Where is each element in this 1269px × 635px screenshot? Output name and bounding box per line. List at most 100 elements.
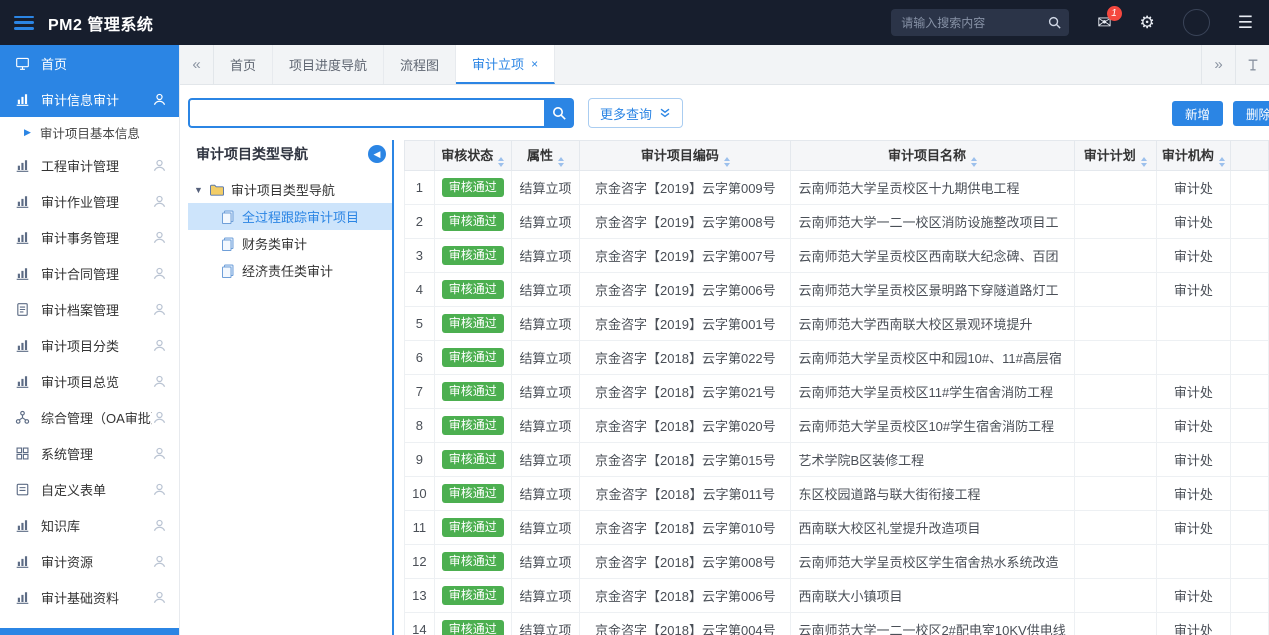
tree-title: 审计项目类型导航	[196, 144, 308, 164]
table-row[interactable]: 1审核通过结算立项京金咨字【2019】云字第009号云南师范大学呈贡校区十九期供…	[405, 171, 1269, 205]
table-row[interactable]: 14审核通过结算立项京金咨字【2018】云字第004号云南师范大学一二一校区2#…	[405, 613, 1269, 635]
table-row[interactable]: 6审核通过结算立项京金咨字【2018】云字第022号云南师范大学呈贡校区中和园1…	[405, 341, 1269, 375]
tree-node-label: 财务类审计	[242, 234, 307, 253]
table-row[interactable]: 2审核通过结算立项京金咨字【2019】云字第008号云南师范大学一二一校区消防设…	[405, 205, 1269, 239]
search-icon	[551, 105, 567, 121]
more-query-button[interactable]: 更多查询	[588, 98, 683, 128]
sidebar-item[interactable]: 审计作业管理	[0, 183, 179, 219]
column-header[interactable]: 属性	[511, 141, 580, 171]
sidebar-item[interactable]: 审计合同管理	[0, 255, 179, 291]
pin-icon[interactable]	[1235, 45, 1269, 84]
collapse-panel-button[interactable]: ◀	[368, 145, 386, 163]
tree-node[interactable]: 经济责任类审计	[188, 257, 392, 284]
table-row[interactable]: 8审核通过结算立项京金咨字【2018】云字第020号云南师范大学呈贡校区10#学…	[405, 409, 1269, 443]
column-header-label: 审计项目名称	[888, 148, 966, 163]
status-badge: 审核通过	[442, 586, 504, 605]
column-header[interactable]: 审核状态	[434, 141, 511, 171]
sort-icon[interactable]	[1219, 157, 1225, 167]
table-row[interactable]: 10审核通过结算立项京金咨字【2018】云字第011号东区校园道路与联大街衔接工…	[405, 477, 1269, 511]
sort-icon[interactable]	[498, 157, 504, 167]
tree-node[interactable]: 财务类审计	[188, 230, 392, 257]
table-row[interactable]: 11审核通过结算立项京金咨字【2018】云字第010号西南联大校区礼堂提升改造项…	[405, 511, 1269, 545]
table-row[interactable]: 9审核通过结算立项京金咨字【2018】云字第015号艺术学院B区装修工程审计处	[405, 443, 1269, 477]
attribute-cell: 结算立项	[511, 341, 580, 375]
tab-scroll-left-icon[interactable]: «	[180, 45, 214, 84]
sidebar-item[interactable]: 审计事务管理	[0, 219, 179, 255]
global-search-input[interactable]	[891, 9, 1069, 36]
sidebar-item[interactable]: 工程审计管理	[0, 147, 179, 183]
sort-icon[interactable]	[971, 157, 977, 167]
status-cell: 审核通过	[434, 613, 511, 635]
sidebar-item[interactable]: 审计项目总览	[0, 363, 179, 399]
tab-close-icon[interactable]: ×	[531, 57, 538, 71]
extra-cell	[1230, 477, 1268, 511]
tab-item[interactable]: 首页	[214, 45, 273, 84]
table-row[interactable]: 5审核通过结算立项京金咨字【2019】云字第001号云南师范大学西南联大校区景观…	[405, 307, 1269, 341]
column-header[interactable]: 审计机构	[1156, 141, 1230, 171]
project-code-cell: 京金咨字【2018】云字第010号	[580, 511, 791, 545]
column-header[interactable]: 审计计划	[1074, 141, 1156, 171]
audit-plan-cell	[1074, 443, 1156, 477]
mail-icon[interactable]: ✉1	[1097, 14, 1111, 31]
tab-label: 首页	[230, 55, 256, 74]
sidebar-item[interactable]: 审计基础资料	[0, 579, 179, 615]
search-icon[interactable]	[1047, 15, 1062, 30]
sidebar-item-label: 审计作业管理	[41, 192, 119, 211]
sort-icon[interactable]	[1141, 157, 1147, 167]
add-button[interactable]: 新增	[1172, 101, 1223, 126]
sidebar-item[interactable]: 首页	[0, 45, 179, 81]
table-row[interactable]: 12审核通过结算立项京金咨字【2018】云字第008号云南师范大学呈贡校区学生宿…	[405, 545, 1269, 579]
delete-button[interactable]: 删除	[1233, 101, 1269, 126]
audit-org-cell: 审计处	[1156, 171, 1230, 205]
sidebar-item[interactable]: 审计项目分类	[0, 327, 179, 363]
tree-node[interactable]: 全过程跟踪审计项目	[188, 203, 392, 230]
sidebar-item-partial[interactable]	[0, 628, 179, 635]
sort-icon[interactable]	[724, 157, 730, 167]
audit-org-cell	[1156, 307, 1230, 341]
table-row[interactable]: 7审核通过结算立项京金咨字【2018】云字第021号云南师范大学呈贡校区11#学…	[405, 375, 1269, 409]
sidebar-item[interactable]: 审计信息审计	[0, 81, 179, 117]
sidebar-item[interactable]: 知识库	[0, 507, 179, 543]
row-index-cell: 9	[405, 443, 435, 477]
menu-toggle-icon[interactable]	[14, 16, 34, 30]
project-code-cell: 京金咨字【2018】云字第008号	[580, 545, 791, 579]
column-header[interactable]: 审计项目编码	[580, 141, 791, 171]
list-search-input[interactable]	[188, 98, 544, 128]
sidebar-item-label: 审计基础资料	[41, 588, 119, 607]
status-cell: 审核通过	[434, 477, 511, 511]
tree-expander-icon[interactable]: ▼	[194, 185, 203, 195]
chart-icon	[15, 554, 30, 569]
tab-item[interactable]: 审计立项 ×	[456, 45, 555, 84]
right-menu-icon[interactable]: ☰	[1238, 13, 1253, 33]
sidebar-item[interactable]: 综合管理（OA审批）	[0, 399, 179, 435]
chart-icon	[15, 590, 30, 605]
row-index-cell: 2	[405, 205, 435, 239]
gear-icon[interactable]: ⚙	[1140, 14, 1155, 31]
table-row[interactable]: 3审核通过结算立项京金咨字【2019】云字第007号云南师范大学呈贡校区西南联大…	[405, 239, 1269, 273]
status-cell: 审核通过	[434, 443, 511, 477]
tab-scroll-right-icon[interactable]: »	[1201, 45, 1235, 84]
tab-item[interactable]: 项目进度导航	[273, 45, 384, 84]
audit-org-cell: 审计处	[1156, 613, 1230, 635]
grid-icon	[15, 446, 30, 461]
sidebar-item[interactable]: 系统管理	[0, 435, 179, 471]
sort-icon[interactable]	[558, 157, 564, 167]
tab-item[interactable]: 流程图	[384, 45, 456, 84]
column-header[interactable]: 审计项目名称	[791, 141, 1074, 171]
sidebar-item[interactable]: 审计资源	[0, 543, 179, 579]
sidebar-item[interactable]: 审计档案管理	[0, 291, 179, 327]
table-row[interactable]: 13审核通过结算立项京金咨字【2018】云字第006号西南联大小镇项目审计处	[405, 579, 1269, 613]
user-avatar[interactable]	[1183, 9, 1210, 36]
app-title: PM2 管理系统	[48, 11, 153, 35]
sidebar-item[interactable]: ▶审计项目基本信息	[0, 117, 179, 147]
extra-cell	[1230, 443, 1268, 477]
tab-label: 审计立项	[472, 54, 524, 73]
sidebar-item[interactable]: 自定义表单	[0, 471, 179, 507]
person-icon	[152, 230, 167, 245]
extra-cell	[1230, 613, 1268, 635]
tree-root-node[interactable]: ▼ 审计项目类型导航	[188, 176, 392, 203]
extra-cell	[1230, 579, 1268, 613]
table-row[interactable]: 4审核通过结算立项京金咨字【2019】云字第006号云南师范大学呈贡校区景明路下…	[405, 273, 1269, 307]
row-index-cell: 14	[405, 613, 435, 635]
list-search-button[interactable]	[544, 98, 574, 128]
